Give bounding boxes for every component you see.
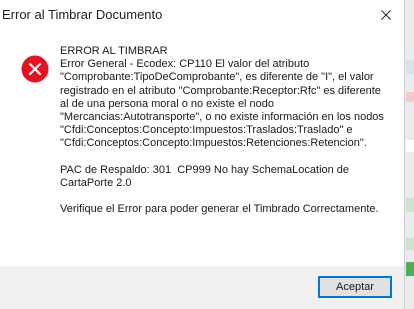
dialog-footer: Aceptar xyxy=(0,266,404,309)
background-fragment xyxy=(406,92,414,102)
error-message: ERROR AL TIMBRAR Error General - Ecodex:… xyxy=(60,45,390,229)
background-fragment xyxy=(406,60,414,74)
error-icon xyxy=(21,55,49,83)
background-fragment xyxy=(406,238,414,250)
background-fragment xyxy=(406,262,414,276)
close-button[interactable] xyxy=(368,0,404,30)
pac-message: PAC de Respaldo: 301 CP999 No hay Schema… xyxy=(60,163,353,189)
dialog-content: ERROR AL TIMBRAR Error General - Ecodex:… xyxy=(0,30,404,266)
background-fragment xyxy=(406,140,414,152)
error-body: Error General - Ecodex: CP110 El valor d… xyxy=(60,58,387,150)
background-fragment xyxy=(406,198,414,212)
window-title: Error al Timbrar Documento xyxy=(2,7,163,22)
instruction-message: Verifique el Error para poder generar el… xyxy=(60,203,379,216)
error-dialog: Error al Timbrar Documento ERROR AL TIMB… xyxy=(0,0,405,309)
close-icon xyxy=(381,10,391,20)
background-window-edge xyxy=(405,0,414,309)
title-bar: Error al Timbrar Documento xyxy=(0,0,404,30)
error-heading: ERROR AL TIMBRAR xyxy=(60,45,168,57)
accept-button[interactable]: Aceptar xyxy=(318,276,392,298)
